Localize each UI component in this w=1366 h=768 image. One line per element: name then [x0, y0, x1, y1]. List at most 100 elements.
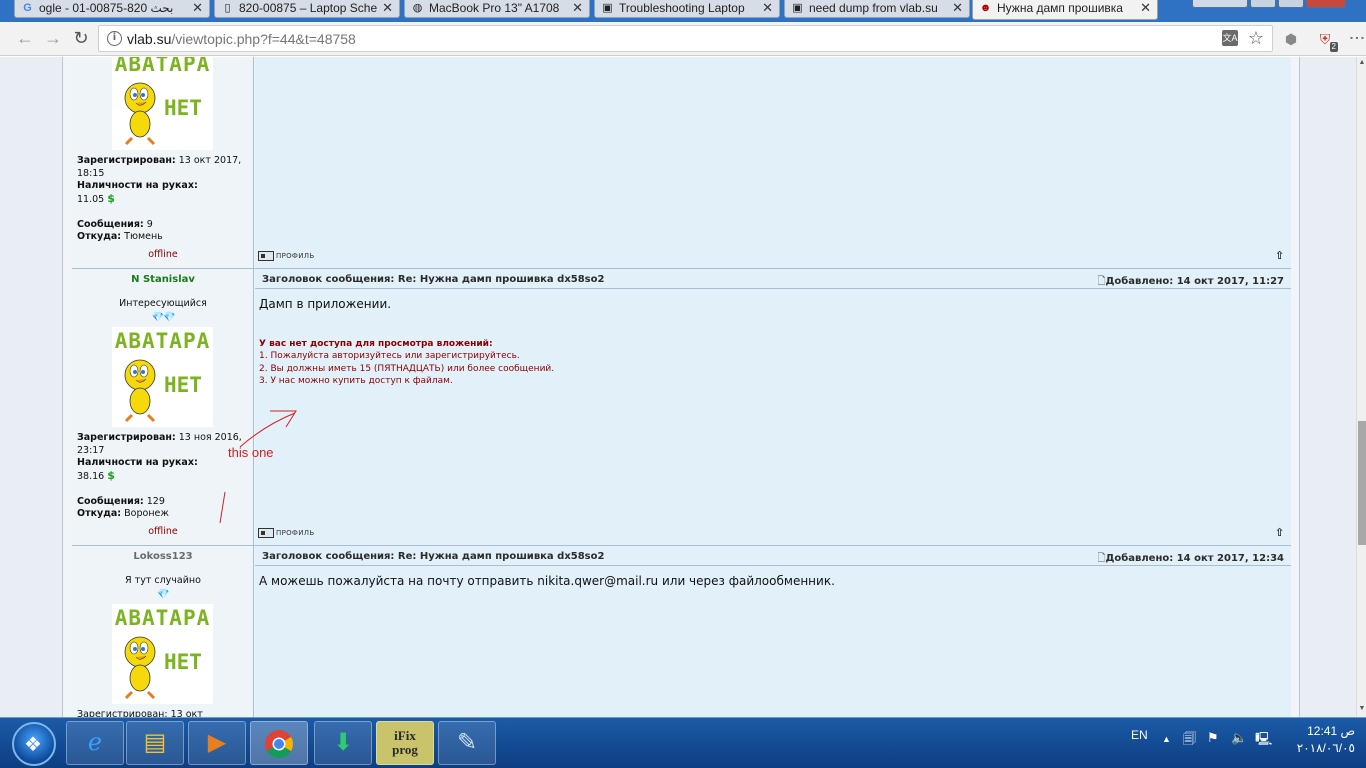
subject-text: Re: Нужна дамп прошивка dx58so2 [397, 274, 605, 285]
scrollbar-thumb[interactable] [1358, 421, 1366, 545]
browser-tab-active[interactable]: ☻ Нужна дамп прошивка ✕ [972, 0, 1158, 20]
show-hidden-icons-icon[interactable]: ▲ [1162, 734, 1171, 768]
cash-label: Наличности на руках: [77, 180, 198, 191]
site-info-icon[interactable]: i [107, 31, 122, 46]
apple-icon: ◍ [412, 2, 423, 14]
maximize-button[interactable] [1278, 0, 1304, 8]
registered-label: Зарегистрирован: [77, 432, 176, 443]
browser-tab-2[interactable]: ◍ MacBook Pro 13" A1708 ✕ [404, 0, 590, 18]
close-icon[interactable]: ✕ [762, 0, 773, 16]
post-subject: Заголовок сообщения: Re: Нужна дамп прош… [262, 551, 604, 562]
close-icon[interactable]: ✕ [1140, 0, 1151, 16]
page-viewport: АВАТАРА НЕТ Зарегистрирован: 13 окт 2017… [0, 57, 1356, 717]
browser-tab-1[interactable]: ▯ 820-00875 – Laptop Sche ✕ [214, 0, 400, 18]
extension-icon[interactable]: ⬢ [1282, 30, 1300, 48]
translate-icon[interactable]: 文A [1222, 30, 1238, 46]
browser-tab-0[interactable]: G ogle - بحث 820-00875-01 ✕ [14, 0, 210, 18]
profile-label: ПРОФИЛЬ [276, 528, 315, 537]
status-offline: offline [148, 249, 178, 260]
messages-label: Сообщения: [77, 218, 144, 230]
notepad-icon[interactable]: ✎ [438, 721, 496, 765]
device-icon[interactable]: 🗐 [1183, 730, 1196, 768]
clock-time: 12:41 ص [1307, 724, 1355, 738]
ublock-extension-icon[interactable]: ⛨ 2 [1316, 30, 1338, 52]
volume-icon[interactable]: 🔈 [1231, 730, 1247, 768]
forward-button[interactable]: → [42, 27, 64, 49]
avatar: АВАТАРА НЕТ [112, 327, 213, 427]
bookmark-star-icon[interactable]: ☆ [1248, 28, 1264, 49]
post-date: 🗋Добавлено: 14 окт 2017, 12:34 [1094, 551, 1284, 568]
avatar: АВАТАРА НЕТ [112, 604, 213, 704]
tweety-icon [124, 359, 156, 423]
media-player-icon[interactable]: ▶ [188, 721, 246, 765]
warning-line: 3. У нас можно купить доступ к файлам. [259, 375, 453, 386]
tab-title: MacBook Pro 13" A1708 [429, 1, 560, 15]
browser-menu-icon[interactable]: ⋮ [1347, 30, 1365, 46]
post-document-icon[interactable]: 🗋 [1097, 276, 1105, 287]
browser-tab-3[interactable]: ▣ Troubleshooting Laptop ✕ [594, 0, 780, 18]
posted-label: Добавлено: [1105, 553, 1174, 564]
reload-button[interactable]: ↻ [70, 27, 92, 49]
author-nick[interactable]: N Stanislav [72, 274, 254, 285]
network-icon[interactable]: 🖳 [1255, 730, 1272, 768]
back-button[interactable]: ← [14, 27, 36, 49]
dollar-icon: $ [107, 468, 115, 482]
cash-label: Наличности на руках: [77, 457, 198, 468]
ifixprog-icon[interactable]: iFix prog [376, 721, 434, 765]
profile-button[interactable]: ПРОФИЛЬ [258, 527, 314, 538]
profile-button[interactable]: ПРОФИЛЬ [258, 250, 314, 261]
post-body-cell [255, 546, 1291, 717]
author-nick[interactable]: Lokoss123 [72, 551, 254, 562]
scroll-down-icon[interactable]: ▼ [1358, 705, 1366, 712]
start-button[interactable]: ❖ [12, 722, 56, 766]
browser-tab-4[interactable]: ▣ need dump from vlab.su ✕ [784, 0, 970, 18]
system-clock[interactable]: 12:41 ص ٢٠١٨/٠٦/٠٥ [1285, 723, 1355, 757]
avatar-text-line2: НЕТ [164, 650, 202, 674]
post-body-cell [255, 57, 1291, 268]
google-icon: G [23, 2, 32, 14]
messages-value: 129 [146, 495, 165, 507]
profile-button[interactable] [1192, 0, 1248, 8]
post-message: А можешь пожалуйста на почту отправить n… [259, 574, 835, 588]
window-close-button[interactable] [1306, 0, 1346, 8]
close-icon[interactable]: ✕ [572, 0, 583, 16]
post-message: Дамп в приложении. [259, 297, 392, 311]
vertical-scrollbar[interactable]: ▲ ▼ [1356, 57, 1366, 717]
back-to-top-icon[interactable]: ⇧ [1275, 249, 1284, 262]
windows-logo-icon: ❖ [24, 734, 42, 756]
annotation-arrow-icon [219, 410, 297, 524]
close-icon[interactable]: ✕ [952, 0, 963, 16]
dollar-icon: $ [107, 191, 115, 205]
author-info: Зарегистрирован: 13 окт 2017, 18:15 Нали… [77, 155, 253, 244]
posted-value: 14 окт 2017, 12:34 [1176, 553, 1284, 564]
subject-label: Заголовок сообщения: [262, 551, 395, 562]
back-to-top-icon[interactable]: ⇧ [1275, 526, 1284, 539]
from-value: Тюмень [124, 231, 163, 242]
downloader-icon[interactable]: ⬇ [314, 721, 372, 765]
author-info-partial: Зарегистрирован: 13 окт [77, 709, 203, 717]
post-document-icon[interactable]: 🗋 [1097, 553, 1105, 564]
chrome-icon[interactable] [250, 721, 308, 765]
tab-title: 820-00875 – Laptop Sche [239, 1, 378, 15]
posted-label: Добавлено: [1105, 276, 1174, 287]
messages-value: 9 [146, 218, 153, 230]
close-icon[interactable]: ✕ [382, 0, 393, 16]
language-indicator[interactable]: EN [1131, 728, 1148, 768]
window-controls [1192, 0, 1346, 8]
url-text[interactable]: vlab.su/viewtopic.php?f=44&t=48758 [127, 31, 356, 47]
address-bar[interactable]: i vlab.su/viewtopic.php?f=44&t=48758 文A … [98, 25, 1273, 52]
post-subject: Заголовок сообщения: Re: Нужна дамп прош… [262, 274, 604, 285]
url-host: vlab.su [127, 31, 172, 47]
browser-toolbar: ← → ↻ i vlab.su/viewtopic.php?f=44&t=487… [0, 22, 1366, 56]
minimize-button[interactable] [1250, 0, 1276, 8]
tab-title: need dump from vlab.su [809, 1, 938, 15]
scroll-up-icon[interactable]: ▲ [1358, 59, 1366, 66]
close-icon[interactable]: ✕ [192, 0, 203, 16]
flag-icon[interactable]: ⚑ [1207, 730, 1219, 768]
subject-text: Re: Нужна дамп прошивка dx58so2 [397, 551, 605, 562]
url-path: /viewtopic.php?f=44&t=48758 [171, 31, 356, 47]
internet-explorer-icon[interactable]: ℯ [66, 721, 124, 765]
file-explorer-icon[interactable]: ▤ [126, 721, 184, 765]
cash-value: 38.16 [77, 470, 105, 482]
profile-card-icon [258, 250, 274, 261]
